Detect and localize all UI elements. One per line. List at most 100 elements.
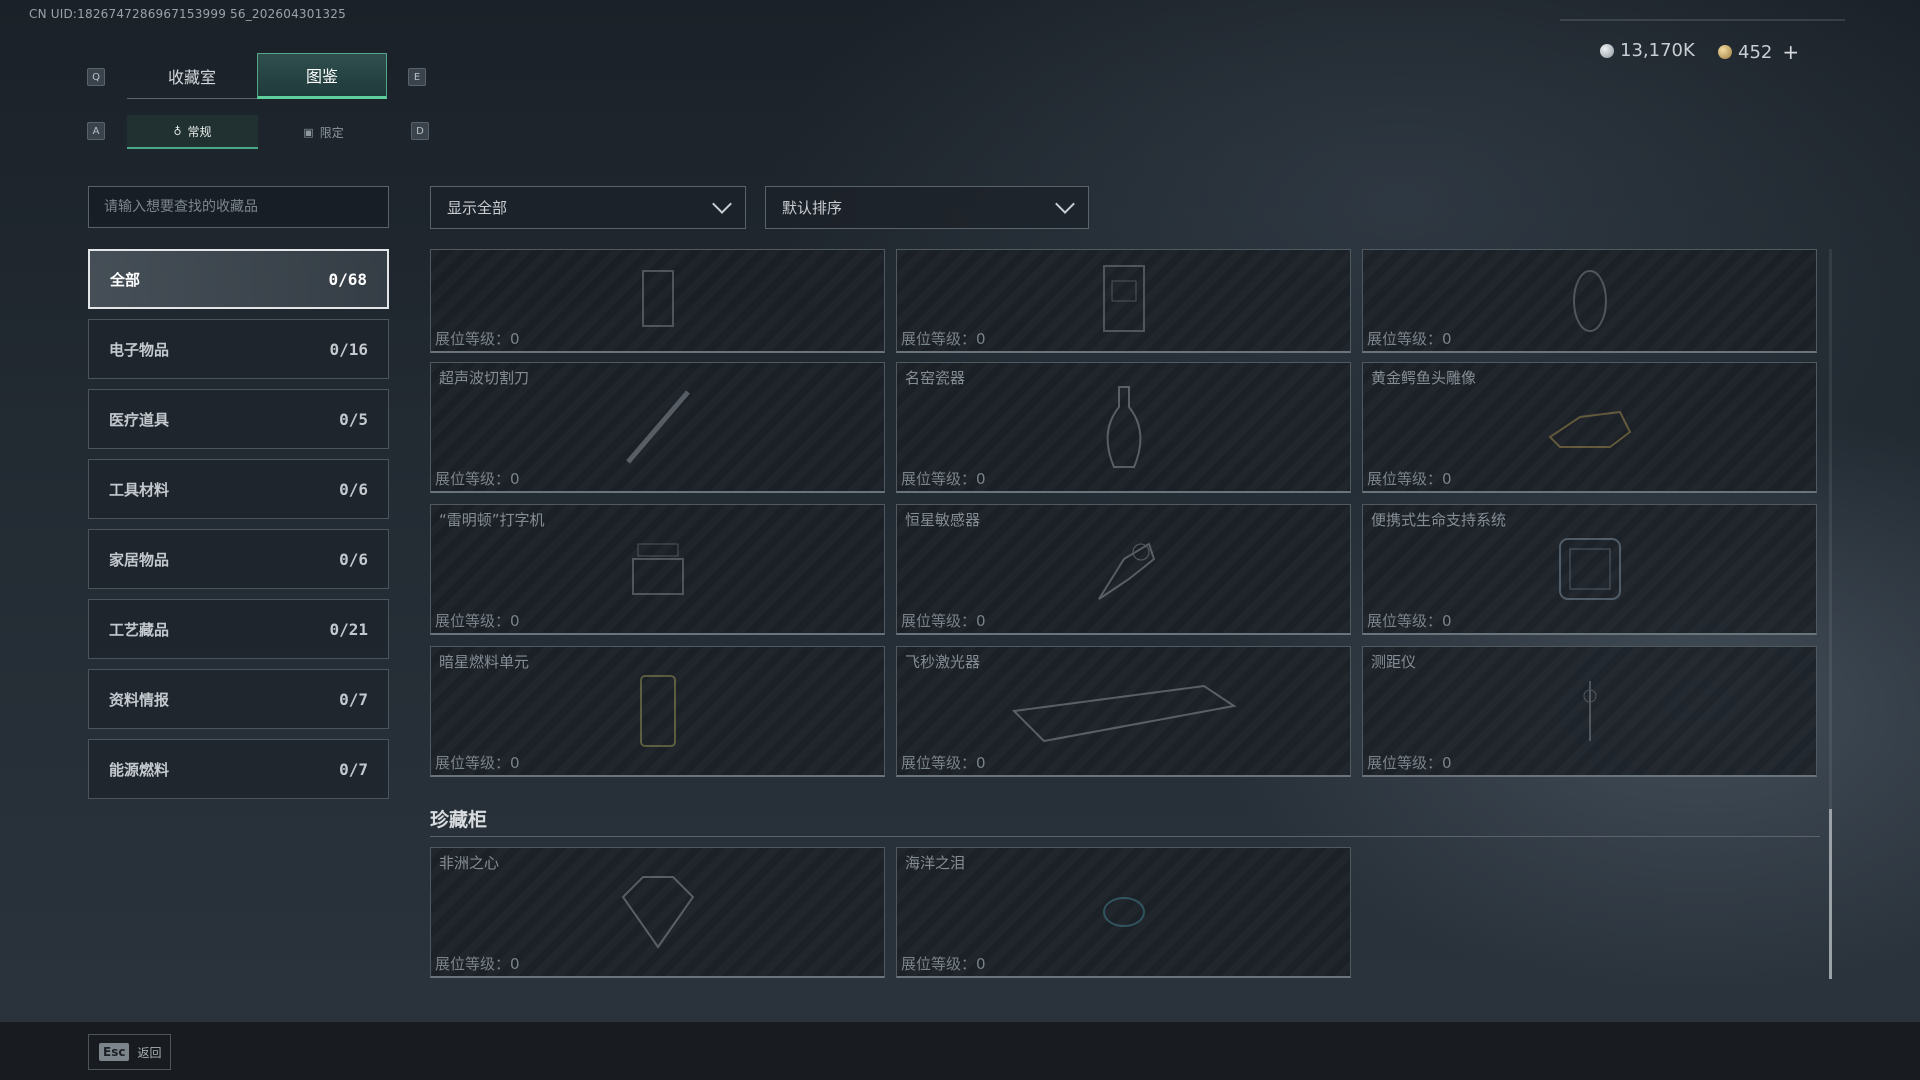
gold-coin-icon: [1718, 45, 1732, 59]
scrollbar-thumb[interactable]: [1829, 809, 1832, 979]
category-fuel[interactable]: 能源燃料 0/7: [88, 739, 389, 799]
card-name: 非洲之心: [439, 854, 500, 872]
item-icon: [1572, 269, 1607, 332]
sensor-icon: [1097, 542, 1155, 600]
category-label: 资料情报: [109, 690, 170, 709]
collectible-card[interactable]: 海洋之泪 展位等级：0: [896, 847, 1351, 978]
knife-icon: [625, 390, 690, 464]
category-crafts[interactable]: 工艺藏品 0/21: [88, 599, 389, 659]
card-name: 飞秒激光器: [905, 653, 981, 671]
typewriter-icon: [631, 543, 684, 595]
collectible-card[interactable]: 名窑瓷器 展位等级：0: [896, 362, 1351, 493]
back-button[interactable]: Esc 返回: [88, 1034, 171, 1070]
gem-icon: [1102, 897, 1145, 927]
scrollbar[interactable]: [1829, 249, 1832, 979]
category-label: 医疗道具: [109, 410, 170, 429]
show-filter-dropdown[interactable]: 显示全部: [430, 186, 746, 229]
laser-icon: [1011, 684, 1237, 743]
category-count: 0/21: [329, 619, 368, 639]
card-level: 展位等级：0: [435, 612, 520, 630]
fuel-cell-icon: [639, 675, 676, 747]
category-count: 0/7: [339, 689, 368, 709]
silver-amount: 13,170K: [1620, 40, 1695, 61]
collectible-card[interactable]: 暗星燃料单元 展位等级：0: [430, 646, 885, 777]
card-level: 展位等级：0: [1367, 612, 1452, 630]
card-level: 展位等级：0: [901, 612, 986, 630]
collectible-card[interactable]: 展位等级：0: [896, 249, 1351, 353]
show-filter-value: 显示全部: [447, 199, 508, 217]
tab-codex[interactable]: 图鉴: [257, 53, 387, 99]
category-count: 0/6: [339, 549, 368, 569]
card-name: 海洋之泪: [905, 854, 966, 872]
category-intel[interactable]: 资料情报 0/7: [88, 669, 389, 729]
search-input[interactable]: [88, 186, 389, 228]
collectible-card[interactable]: 非洲之心 展位等级：0: [430, 847, 885, 978]
uid-label: CN UID:1826747286967153999 56_2026043013…: [29, 7, 346, 21]
collectible-card[interactable]: 便携式生命支持系统 展位等级：0: [1362, 504, 1817, 635]
gold-currency: 452 +: [1718, 40, 1799, 64]
collectible-card[interactable]: 黄金鳄鱼头雕像 展位等级：0: [1362, 362, 1817, 493]
collectible-card[interactable]: 展位等级：0: [1362, 249, 1817, 353]
card-level: 展位等级：0: [901, 330, 986, 348]
statue-icon: [1547, 410, 1631, 448]
collectible-card[interactable]: 飞秒激光器 展位等级：0: [896, 646, 1351, 777]
category-count: 0/7: [339, 759, 368, 779]
key-hint-a: A: [87, 122, 105, 140]
card-level: 展位等级：0: [1367, 470, 1452, 488]
tab-limited[interactable]: ▣ 限定: [258, 115, 389, 149]
category-label: 家居物品: [109, 550, 170, 569]
category-label: 电子物品: [109, 340, 170, 359]
card-level: 展位等级：0: [435, 330, 520, 348]
card-name: 超声波切割刀: [439, 369, 530, 387]
tab-collection-room[interactable]: 收藏室: [127, 53, 257, 99]
category-label: 工艺藏品: [109, 620, 170, 639]
diamond-icon: [621, 876, 694, 949]
card-level: 展位等级：0: [1367, 330, 1452, 348]
category-label: 全部: [110, 270, 141, 289]
vase-icon: [1106, 386, 1141, 468]
category-label: 工具材料: [109, 480, 170, 499]
silver-currency: 13,170K: [1600, 40, 1695, 61]
sort-dropdown[interactable]: 默认排序: [765, 186, 1089, 229]
category-all[interactable]: 全部 0/68: [88, 249, 389, 309]
category-electronics[interactable]: 电子物品 0/16: [88, 319, 389, 379]
collectible-card[interactable]: “雷明顿”打字机 展位等级：0: [430, 504, 885, 635]
add-currency-button[interactable]: +: [1782, 40, 1799, 64]
sort-value: 默认排序: [782, 199, 843, 217]
main-tabs: 收藏室 图鉴: [127, 53, 387, 99]
item-icon: [1102, 264, 1145, 332]
collectible-card[interactable]: 测距仪 展位等级：0: [1362, 646, 1817, 777]
tab-regular-label: 常规: [187, 124, 212, 139]
collectible-card[interactable]: 展位等级：0: [430, 249, 885, 353]
card-name: 恒星敏感器: [905, 511, 981, 529]
key-hint-e: E: [408, 68, 426, 86]
key-hint-d: D: [411, 122, 429, 140]
back-label: 返回: [137, 1045, 162, 1060]
item-icon: [641, 269, 674, 327]
category-household[interactable]: 家居物品 0/6: [88, 529, 389, 589]
card-level: 展位等级：0: [1367, 754, 1452, 772]
category-label: 能源燃料: [109, 760, 170, 779]
tab-regular[interactable]: ♁ 常规: [127, 115, 258, 149]
rangefinder-icon: [1583, 681, 1596, 741]
chevron-down-icon: [1055, 193, 1075, 214]
category-tools[interactable]: 工具材料 0/6: [88, 459, 389, 519]
collectible-card[interactable]: 恒星敏感器 展位等级：0: [896, 504, 1351, 635]
collectible-card[interactable]: 超声波切割刀 展位等级：0: [430, 362, 885, 493]
card-name: 暗星燃料单元: [439, 653, 530, 671]
card-level: 展位等级：0: [435, 754, 520, 772]
sub-tabs: ♁ 常规 ▣ 限定: [127, 115, 389, 149]
top-divider: [1560, 19, 1845, 21]
silver-coin-icon: [1600, 43, 1614, 58]
card-level: 展位等级：0: [901, 955, 986, 973]
card-name: 名窑瓷器: [905, 369, 966, 387]
category-medical[interactable]: 医疗道具 0/5: [88, 389, 389, 449]
life-support-icon: [1558, 538, 1621, 600]
esc-key-hint: Esc: [99, 1043, 130, 1061]
category-list: 全部 0/68 电子物品 0/16 医疗道具 0/5 工具材料 0/6 家居物品…: [88, 249, 389, 809]
card-name: 黄金鳄鱼头雕像: [1371, 369, 1477, 387]
key-hint-q: Q: [87, 68, 105, 86]
bottom-bar: [0, 1022, 1920, 1080]
category-count: 0/16: [329, 339, 368, 359]
card-level: 展位等级：0: [435, 955, 520, 973]
